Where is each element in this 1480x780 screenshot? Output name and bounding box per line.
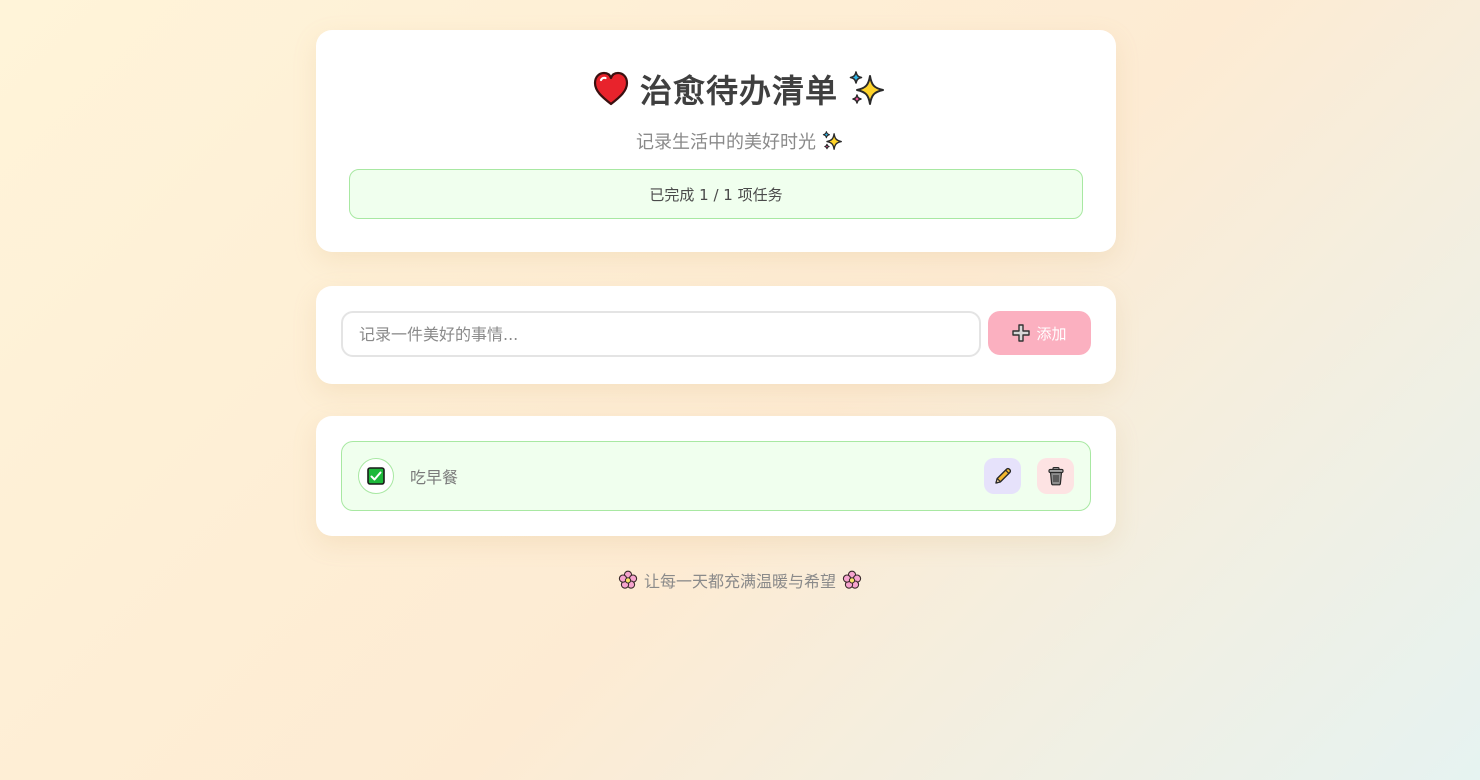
task-item: 吃早餐 [341,441,1091,511]
cherry-blossom-icon [842,570,862,590]
delete-button[interactable] [1037,458,1074,494]
input-card: 添加 [316,286,1116,384]
task-input[interactable] [341,311,981,357]
progress-text: 已完成 1 / 1 项任务 [649,185,783,204]
progress-status: 已完成 1 / 1 项任务 [349,169,1083,219]
task-text: 吃早餐 [410,468,459,487]
cherry-blossom-icon [618,570,638,590]
checkmark-icon [367,467,385,485]
trash-icon [1046,466,1066,486]
task-checkbox[interactable] [358,458,394,494]
footer: 让每一天都充满温暖与希望 [0,566,1480,594]
add-button[interactable]: 添加 [988,311,1091,355]
pencil-icon [993,466,1013,486]
edit-button[interactable] [984,458,1021,494]
plus-icon [1012,324,1031,342]
footer-text: 让每一天都充满温暖与希望 [643,572,836,591]
task-list-card: 吃早餐 [316,416,1116,536]
header-card-content: 已完成 1 / 1 项任务 [316,30,1116,252]
add-button-label: 添加 [1036,324,1067,343]
